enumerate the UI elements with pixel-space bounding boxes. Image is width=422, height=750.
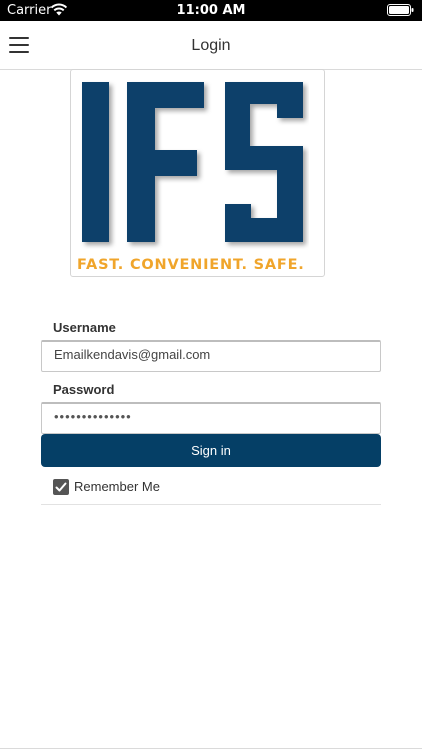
bottom-divider <box>0 748 422 749</box>
status-time: 11:00 AM <box>176 3 246 18</box>
ifs-logo-letters <box>82 82 303 242</box>
page-title: Login <box>191 37 231 54</box>
nav-bar: Login <box>0 21 422 70</box>
password-input[interactable]: •••••••••••••• <box>41 402 381 434</box>
username-label: Username <box>53 320 116 335</box>
battery-icon <box>387 4 414 16</box>
sign-in-button[interactable]: Sign in <box>41 434 381 467</box>
checkmark-icon <box>55 482 67 492</box>
logo-tagline: FAST. CONVENIENT. SAFE. <box>77 257 305 273</box>
remember-me-checkbox[interactable] <box>53 479 69 495</box>
password-label: Password <box>53 382 115 397</box>
status-bar: Carrier 11:00 AM <box>0 0 422 21</box>
ifs-logo: FAST. CONVENIENT. SAFE. <box>70 69 325 277</box>
username-input[interactable]: Emailkendavis@gmail.com <box>41 340 381 372</box>
form-divider <box>41 504 381 505</box>
remember-me-label: Remember Me <box>74 479 160 494</box>
